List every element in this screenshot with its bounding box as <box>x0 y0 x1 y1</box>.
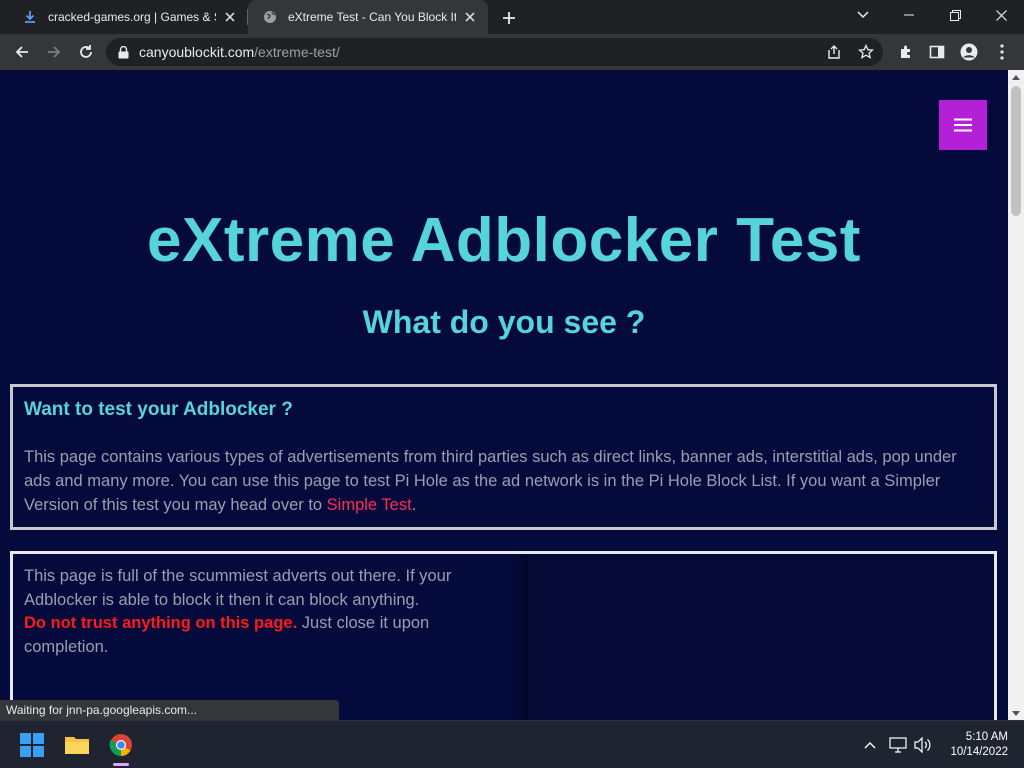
new-tab-button[interactable] <box>498 7 520 29</box>
hamburger-menu-button[interactable] <box>939 100 987 150</box>
active-app-indicator <box>113 763 129 766</box>
warning-intro-text: This page is full of the scummiest adver… <box>24 567 452 609</box>
close-tab-icon[interactable] <box>222 9 238 25</box>
scroll-up-arrow-icon[interactable] <box>1008 70 1024 84</box>
intro-heading: Want to test your Adblocker ? <box>24 399 293 420</box>
close-window-icon[interactable] <box>978 0 1024 30</box>
share-icon[interactable] <box>822 40 846 64</box>
intro-text: This page contains various types of adve… <box>24 448 957 514</box>
restore-icon[interactable] <box>932 0 978 30</box>
browser-toolbar: canyoublockit.com/extreme-test/ <box>0 34 1024 70</box>
forward-icon[interactable] <box>40 38 68 66</box>
url-host: canyoublockit.com <box>139 44 255 60</box>
tab-title: eXtreme Test - Can You Block It ? <box>288 10 456 24</box>
system-clock[interactable]: 5:10 AM 10/14/2022 <box>936 730 1008 760</box>
clock-time: 5:10 AM <box>965 731 1008 743</box>
tab-title: cracked-games.org | Games & So <box>48 10 216 24</box>
hamburger-icon <box>954 118 972 132</box>
intro-paragraph: This page contains various types of adve… <box>24 445 983 517</box>
kebab-menu-icon[interactable] <box>988 38 1016 66</box>
lock-icon[interactable] <box>118 45 129 59</box>
back-icon[interactable] <box>8 38 36 66</box>
close-tab-icon[interactable] <box>462 9 478 25</box>
reload-icon[interactable] <box>72 38 100 66</box>
address-bar[interactable]: canyoublockit.com/extreme-test/ <box>106 38 883 66</box>
windows-start-icon[interactable] <box>16 729 48 761</box>
simple-test-link[interactable]: Simple Test <box>327 496 412 514</box>
tab-search-icon[interactable] <box>840 0 886 30</box>
windows-taskbar: 5:10 AM 10/14/2022 <box>0 720 1024 768</box>
side-panel-icon[interactable] <box>923 38 951 66</box>
bookmark-star-icon[interactable] <box>854 40 878 64</box>
ad-slot-edge <box>508 554 528 720</box>
intro-end: . <box>411 496 417 514</box>
page-viewport: eXtreme Adblocker Test What do you see ?… <box>0 70 1008 720</box>
page-title: eXtreme Adblocker Test <box>147 206 861 275</box>
minimize-icon[interactable] <box>886 0 932 30</box>
url-path: /extreme-test/ <box>254 44 340 60</box>
chrome-icon[interactable] <box>105 729 137 761</box>
clock-date: 10/14/2022 <box>950 746 1008 758</box>
tab-extreme-test[interactable]: eXtreme Test - Can You Block It ? <box>248 0 488 34</box>
scroll-down-arrow-icon[interactable] <box>1008 706 1024 720</box>
tab-cracked-games[interactable]: cracked-games.org | Games & So <box>8 0 248 34</box>
network-icon[interactable] <box>888 735 908 755</box>
profile-icon[interactable] <box>955 38 983 66</box>
file-explorer-icon[interactable] <box>61 729 93 761</box>
warning-card: This page is full of the scummiest adver… <box>10 551 997 720</box>
page-subtitle: What do you see ? <box>362 304 646 340</box>
vertical-scrollbar[interactable] <box>1008 70 1024 720</box>
ad-slot <box>518 554 994 720</box>
globe-icon <box>262 9 278 25</box>
extensions-icon[interactable] <box>892 38 920 66</box>
status-bubble: Waiting for jnn-pa.googleapis.com... <box>0 700 339 720</box>
download-icon <box>22 9 38 25</box>
warning-paragraph: This page is full of the scummiest adver… <box>24 565 494 659</box>
intro-card: Want to test your Adblocker ? This page … <box>10 384 997 530</box>
scrollbar-thumb[interactable] <box>1011 86 1021 216</box>
warning-text: Do not trust anything on this page. <box>24 614 298 632</box>
tab-strip: cracked-games.org | Games & So eXtreme T… <box>0 0 1024 34</box>
volume-icon[interactable] <box>913 735 933 755</box>
chevron-up-icon[interactable] <box>860 735 880 755</box>
